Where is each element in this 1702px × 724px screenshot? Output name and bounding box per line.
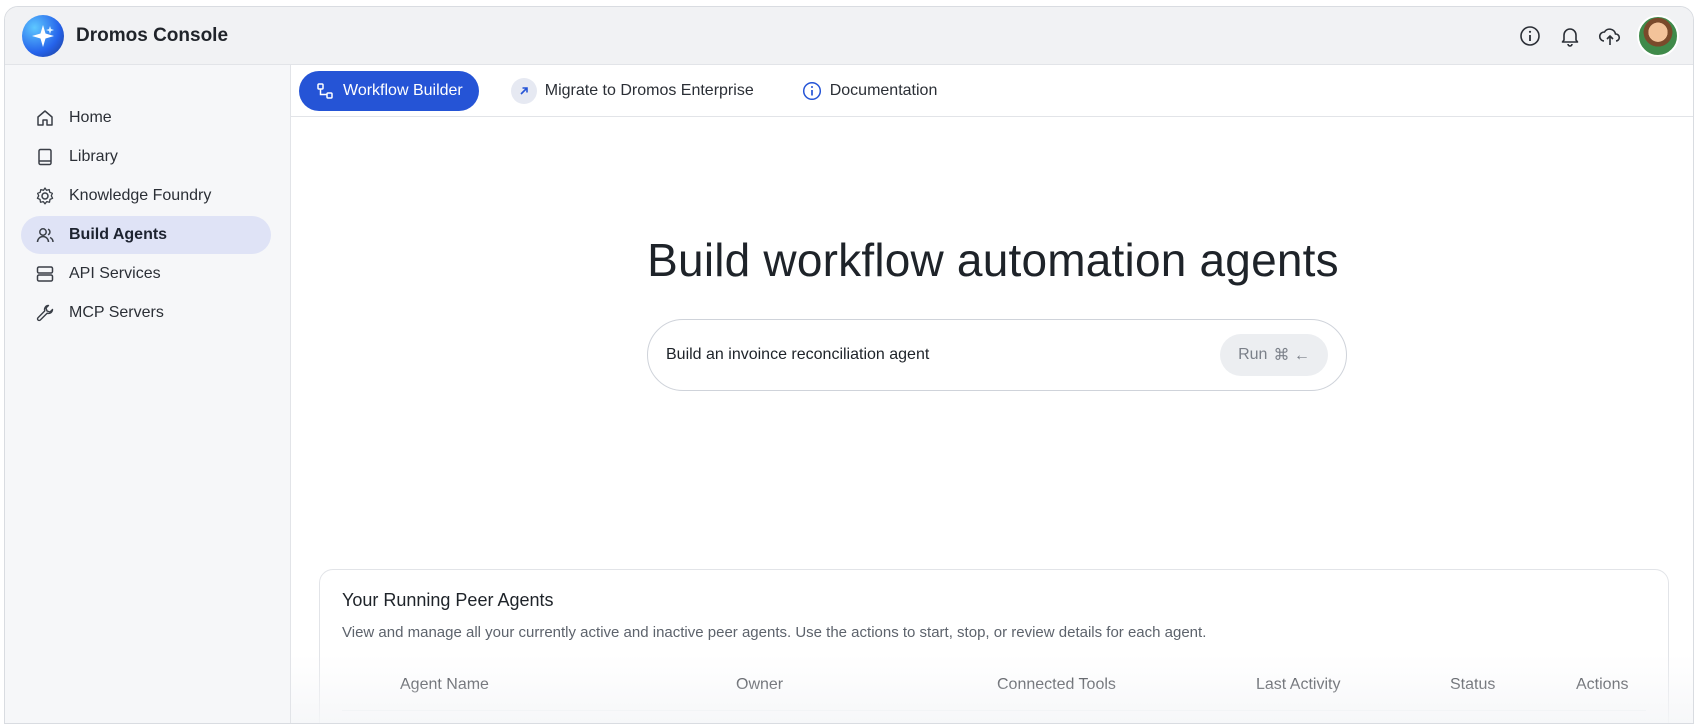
sidebar-item-label: Build Agents — [69, 226, 168, 243]
prompt-box: Run ⌘ ← — [647, 319, 1347, 391]
top-bar: Dromos Console — [5, 7, 1693, 65]
workflow-icon — [315, 81, 335, 101]
run-label: Run — [1238, 346, 1268, 363]
user-avatar[interactable] — [1637, 15, 1679, 57]
info-icon[interactable] — [1517, 23, 1543, 49]
wrench-icon — [35, 303, 55, 323]
tab-label: Workflow Builder — [343, 81, 463, 99]
column-header-last-activity[interactable]: Last Activity — [1256, 676, 1340, 694]
sidebar-item-mcp-servers[interactable]: MCP Servers — [21, 294, 271, 332]
column-header-status[interactable]: Status — [1450, 676, 1495, 694]
column-header-owner[interactable]: Owner — [736, 676, 783, 694]
app-window: Dromos Console Home Library Knowledge Fo… — [4, 6, 1694, 724]
column-header-agent-name[interactable]: Agent Name — [400, 676, 489, 694]
cloud-upload-icon[interactable] — [1597, 23, 1623, 49]
sidebar-item-label: Knowledge Foundry — [69, 187, 212, 204]
tab-label: Documentation — [829, 81, 938, 99]
home-icon — [35, 108, 55, 128]
tab-migrate-enterprise[interactable]: Migrate to Dromos Enterprise — [495, 71, 770, 111]
arrow-up-right-icon — [510, 77, 537, 104]
sidebar-item-library[interactable]: Library — [21, 138, 271, 176]
table-divider — [342, 710, 1646, 711]
sidebar-item-label: API Services — [69, 265, 161, 282]
users-icon — [35, 225, 55, 245]
sidebar-item-api-services[interactable]: API Services — [21, 255, 271, 293]
tab-label: Migrate to Dromos Enterprise — [544, 81, 754, 99]
book-icon — [35, 147, 55, 167]
server-icon — [35, 264, 55, 284]
card-description: View and manage all your currently activ… — [342, 624, 1207, 641]
app-title: Dromos Console — [76, 25, 229, 46]
main-content: Workflow Builder Migrate to Dromos Enter… — [291, 65, 1693, 723]
sidebar-item-label: MCP Servers — [69, 304, 164, 321]
keyboard-shortcut: ⌘ ← — [1273, 347, 1310, 364]
running-agents-card: Your Running Peer Agents View and manage… — [319, 569, 1669, 723]
card-title: Your Running Peer Agents — [342, 590, 554, 610]
sidebar-item-label: Library — [69, 148, 118, 165]
sparkle-logo-icon[interactable] — [22, 15, 64, 57]
sidebar: Home Library Knowledge Foundry Build Age… — [5, 65, 291, 723]
tab-bar: Workflow Builder Migrate to Dromos Enter… — [291, 65, 1693, 117]
top-icons — [1517, 15, 1679, 57]
tab-workflow-builder[interactable]: Workflow Builder — [299, 70, 479, 111]
sidebar-item-build-agents[interactable]: Build Agents — [21, 216, 271, 254]
column-header-actions[interactable]: Actions — [1576, 676, 1628, 694]
sidebar-item-home[interactable]: Home — [21, 99, 271, 137]
gear-icon — [35, 186, 55, 206]
column-header-connected-tools[interactable]: Connected Tools — [997, 676, 1116, 694]
sidebar-item-label: Home — [69, 109, 112, 126]
bell-icon[interactable] — [1557, 23, 1583, 49]
page-title: Build workflow automation agents — [647, 234, 1339, 286]
info-icon — [802, 81, 822, 101]
run-button[interactable]: Run ⌘ ← — [1220, 334, 1328, 376]
prompt-input[interactable] — [666, 346, 1186, 364]
sidebar-item-knowledge-foundry[interactable]: Knowledge Foundry — [21, 177, 271, 215]
tab-documentation[interactable]: Documentation — [786, 71, 954, 111]
